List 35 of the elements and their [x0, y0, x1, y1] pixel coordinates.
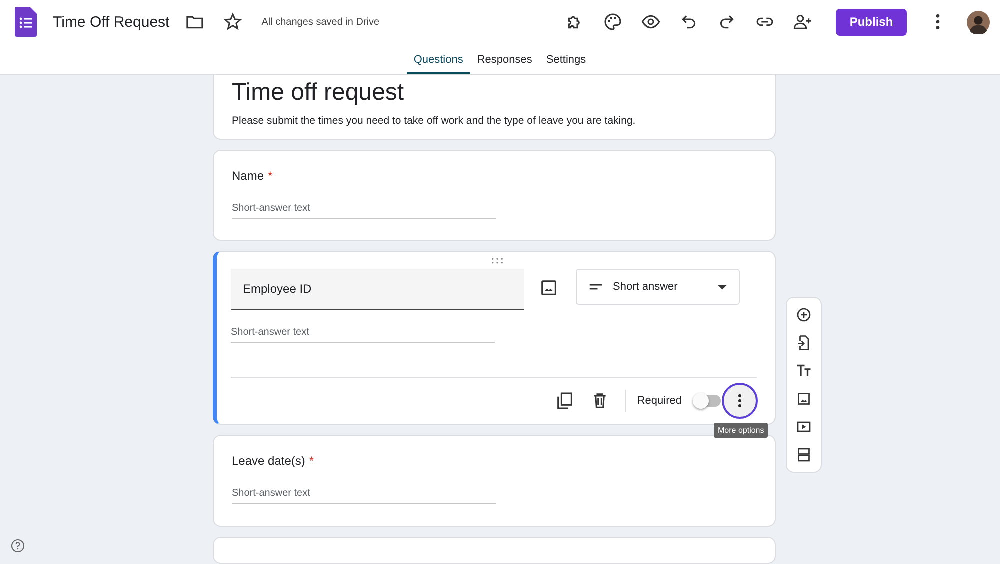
- image-icon[interactable]: [539, 278, 559, 298]
- add-question-icon[interactable]: [795, 306, 813, 324]
- answer-field: Short-answer text: [232, 203, 496, 219]
- document-title[interactable]: Time Off Request: [53, 14, 170, 30]
- question-card[interactable]: Name * Short-answer text: [213, 150, 776, 242]
- duplicate-icon[interactable]: [555, 391, 576, 412]
- question-title: Leave date(s) *: [232, 454, 316, 468]
- image-icon[interactable]: [795, 390, 813, 408]
- save-status: All changes saved in Drive: [262, 16, 380, 28]
- star-icon[interactable]: [222, 12, 243, 32]
- tab[interactable]: Settings: [539, 44, 594, 74]
- help-icon[interactable]: [10, 538, 26, 554]
- tooltip: More options: [714, 423, 768, 438]
- question-title: Name *: [232, 169, 274, 183]
- section-icon[interactable]: [795, 446, 813, 464]
- more-options-button[interactable]: [722, 383, 758, 420]
- drag-handle-icon[interactable]: [491, 258, 504, 264]
- answer-field: Short-answer text: [232, 488, 496, 504]
- answer-field: Short-answer text: [231, 327, 495, 344]
- caret-icon: [718, 284, 727, 290]
- question-title-field[interactable]: Employee ID: [231, 269, 524, 310]
- short-text-icon: [589, 283, 603, 292]
- form-description: Please submit the times you need to take off work and the type of leave you are taking.: [232, 115, 637, 127]
- avatar[interactable]: [967, 10, 990, 34]
- forms-logo-icon[interactable]: [15, 7, 37, 37]
- required-label: Required: [637, 395, 682, 408]
- question-card[interactable]: Leave date(s) * Short-answer text: [213, 435, 776, 527]
- tab[interactable]: Responses: [470, 44, 540, 74]
- form-title: Time off request: [232, 79, 406, 107]
- required-toggle[interactable]: [695, 395, 721, 408]
- more-icon: [738, 394, 742, 408]
- question-type-dropdown[interactable]: Short answer: [576, 269, 740, 306]
- add-person-icon[interactable]: [793, 12, 813, 32]
- palette-icon[interactable]: [603, 12, 623, 32]
- publish-button[interactable]: Publish: [836, 8, 907, 36]
